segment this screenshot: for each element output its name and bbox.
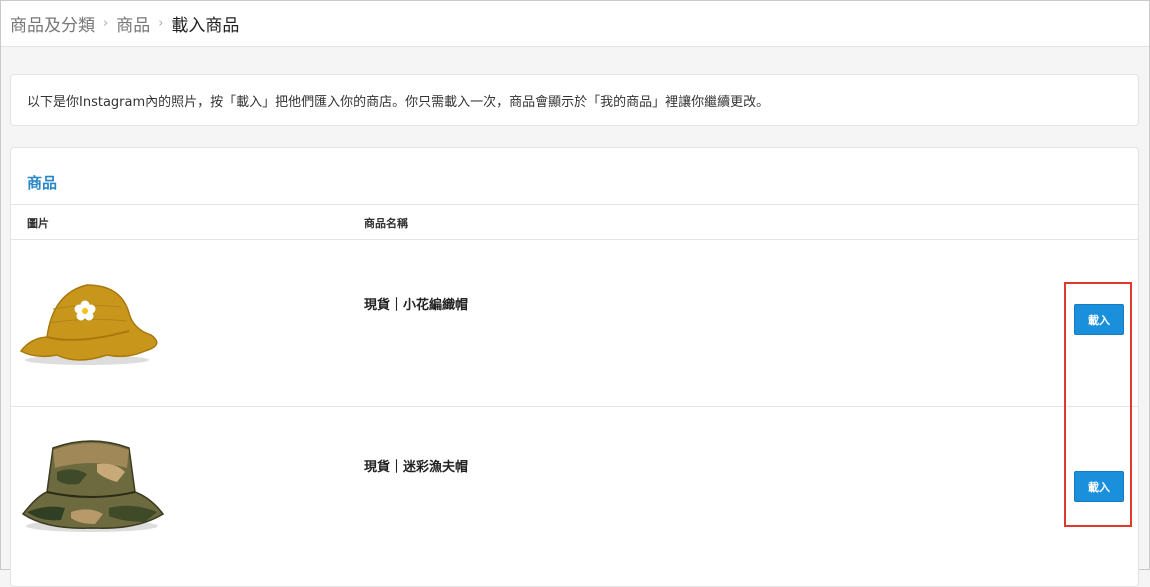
product-name[interactable]: 現貨｜迷彩漁夫帽: [364, 456, 468, 475]
crochet-hat-icon: [17, 263, 167, 373]
notice-text: 以下是你Instagram內的照片，按「載入」把他們匯入你的商店。你只需載入一次…: [27, 94, 770, 110]
camo-bucket-hat-icon: [17, 428, 167, 538]
panel-title: 商品: [27, 174, 58, 192]
breadcrumb-item-products[interactable]: 商品: [116, 11, 150, 36]
load-button[interactable]: 載入: [1074, 471, 1124, 502]
breadcrumb-current: 載入商品: [171, 16, 240, 36]
instagram-notice: 以下是你Instagram內的照片，按「載入」把他們匯入你的商店。你只需載入一次…: [10, 74, 1139, 126]
breadcrumb: 商品及分類 › 商品 › 載入商品: [1, 1, 1149, 47]
product-name[interactable]: 現貨｜小花編織帽: [364, 294, 468, 313]
divider: [11, 406, 1138, 407]
breadcrumb-separator: ›: [158, 16, 164, 31]
load-button[interactable]: 載入: [1074, 304, 1124, 335]
column-header-name: 商品名稱: [364, 217, 408, 230]
crochet-hat-image: [19, 284, 158, 365]
divider: [11, 204, 1138, 205]
products-panel: 商品 圖片 商品名稱 現貨｜小花編織帽 載入 現貨｜迷彩漁夫帽 載入: [10, 147, 1139, 587]
divider: [11, 239, 1138, 240]
camo-hat-image: [21, 440, 165, 532]
breadcrumb-separator: ›: [103, 16, 109, 31]
breadcrumb-item-categories[interactable]: 商品及分類: [10, 11, 95, 36]
column-header-image: 圖片: [27, 217, 49, 230]
